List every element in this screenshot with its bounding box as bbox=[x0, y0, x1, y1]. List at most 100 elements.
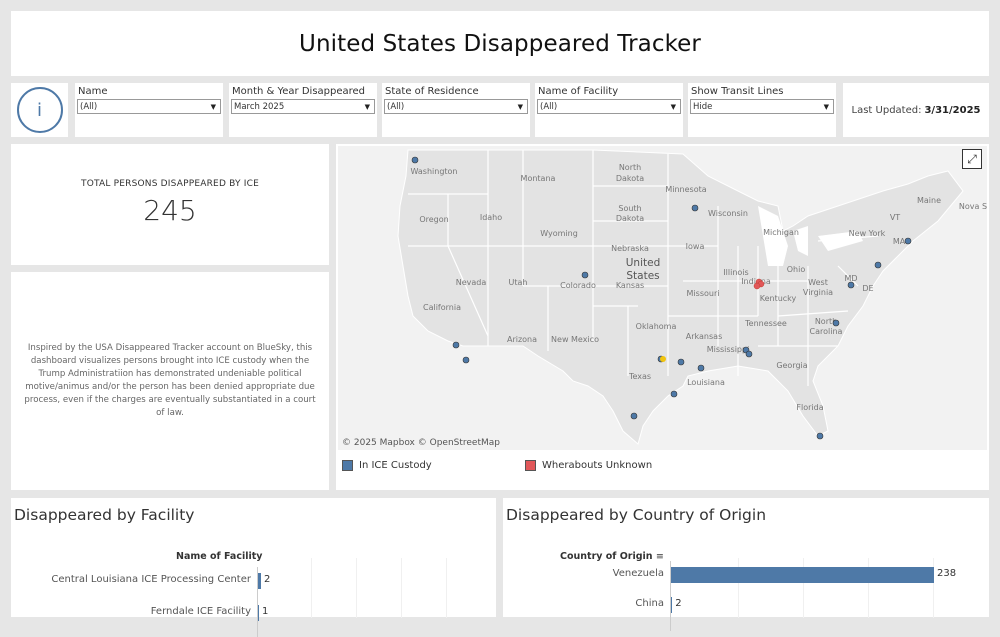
caret-down-icon: ▼ bbox=[670, 102, 676, 111]
legend-swatch bbox=[525, 460, 536, 471]
filter-label: State of Residence bbox=[385, 86, 479, 97]
total-label: TOTAL PERSONS DISAPPEARED BY ICE bbox=[81, 179, 259, 189]
month-year-dropdown[interactable]: March 2025 ▼ bbox=[231, 99, 375, 114]
last-updated: Last Updated: 3/31/2025 bbox=[843, 83, 989, 137]
column-header-label: Country of Origin bbox=[560, 551, 653, 562]
country-label: United bbox=[626, 257, 661, 269]
map-label: DE bbox=[862, 284, 873, 293]
map-label: Arkansas bbox=[686, 332, 722, 341]
map-label: Oregon bbox=[419, 215, 448, 224]
dropdown-value: (All) bbox=[540, 101, 558, 112]
custody-marker[interactable] bbox=[411, 156, 419, 164]
map-label: Kansas bbox=[616, 281, 644, 290]
custody-marker[interactable] bbox=[677, 358, 685, 366]
map-label: Louisiana bbox=[687, 378, 725, 387]
custody-marker-highlight bbox=[660, 356, 666, 362]
bar[interactable] bbox=[670, 567, 934, 583]
map-label: Iowa bbox=[686, 242, 705, 251]
page-title: United States Disappeared Tracker bbox=[299, 30, 701, 57]
custody-marker[interactable] bbox=[581, 271, 589, 279]
state-dropdown[interactable]: (All) ▼ bbox=[384, 99, 528, 114]
map-label: Idaho bbox=[480, 213, 502, 222]
map-label: Nova S bbox=[959, 202, 987, 211]
map-label: Georgia bbox=[776, 361, 807, 370]
expand-icon[interactable]: ⤢ bbox=[962, 149, 982, 169]
legend-swatch bbox=[342, 460, 353, 471]
map-label: California bbox=[423, 303, 461, 312]
map-label: Kentucky bbox=[760, 294, 797, 303]
map-label: West bbox=[808, 278, 828, 287]
map-label: Maine bbox=[917, 196, 941, 205]
filter-label: Show Transit Lines bbox=[691, 86, 784, 97]
custody-marker[interactable] bbox=[630, 412, 638, 420]
legend-item-unknown[interactable]: Wherabouts Unknown bbox=[525, 460, 652, 471]
bar-value: 2 bbox=[675, 598, 682, 609]
map-label: VT bbox=[890, 213, 900, 222]
chart-title: Disappeared by Country of Origin bbox=[506, 506, 767, 524]
custody-marker[interactable] bbox=[832, 319, 840, 327]
column-header: Name of Facility bbox=[176, 551, 263, 562]
custody-marker[interactable] bbox=[670, 390, 678, 398]
map-label: North bbox=[619, 163, 641, 172]
map-label: Tennessee bbox=[744, 319, 787, 328]
legend-item-custody[interactable]: In ICE Custody bbox=[342, 460, 432, 471]
custody-marker[interactable] bbox=[452, 341, 460, 349]
filter-transit-lines: Show Transit Lines Hide ▼ bbox=[688, 83, 836, 137]
map-label: MD bbox=[844, 274, 857, 283]
name-dropdown[interactable]: (All) ▼ bbox=[77, 99, 221, 114]
column-header: Country of Origin ≡ bbox=[560, 551, 664, 562]
info-icon[interactable]: i bbox=[16, 87, 63, 133]
dropdown-value: (All) bbox=[387, 101, 405, 112]
country-label: States bbox=[626, 270, 659, 282]
filter-month-year: Month & Year Disappeared March 2025 ▼ bbox=[229, 83, 377, 137]
dropdown-value: Hide bbox=[693, 101, 713, 112]
map-label: Minnesota bbox=[665, 185, 706, 194]
map-label: Virginia bbox=[803, 288, 833, 297]
caret-down-icon: ▼ bbox=[823, 102, 829, 111]
sort-icon[interactable]: ≡ bbox=[656, 551, 664, 562]
total-value: 245 bbox=[143, 194, 197, 227]
map-label: Dakota bbox=[616, 214, 644, 223]
map-label: Nebraska bbox=[611, 244, 649, 253]
us-map[interactable]: Washington Oregon Idaho Montana Wyoming … bbox=[338, 146, 987, 450]
info-panel: i bbox=[11, 83, 68, 137]
filter-name: Name (All) ▼ bbox=[75, 83, 223, 137]
custody-marker[interactable] bbox=[691, 204, 699, 212]
facility-chart-panel: Disappeared by Facility Name of Facility… bbox=[11, 498, 496, 637]
bar-value: 2 bbox=[264, 574, 271, 585]
map-copyright: © 2025 Mapbox © OpenStreetMap bbox=[342, 438, 500, 448]
custody-marker[interactable] bbox=[462, 356, 470, 364]
bar-value: 238 bbox=[937, 568, 957, 579]
map-label: Michigan bbox=[763, 228, 799, 237]
custody-marker[interactable] bbox=[697, 364, 705, 372]
map-label: South bbox=[618, 204, 641, 213]
map-label: Colorado bbox=[560, 281, 596, 290]
caret-down-icon: ▼ bbox=[210, 102, 216, 111]
dropdown-value: March 2025 bbox=[234, 101, 285, 112]
custody-marker[interactable] bbox=[904, 237, 912, 245]
map-panel: Washington Oregon Idaho Montana Wyoming … bbox=[336, 144, 989, 490]
caret-down-icon: ▼ bbox=[517, 102, 523, 111]
transit-lines-dropdown[interactable]: Hide ▼ bbox=[690, 99, 834, 114]
facility-dropdown[interactable]: (All) ▼ bbox=[537, 99, 681, 114]
filter-label: Name bbox=[78, 86, 108, 97]
map-label: Oklahoma bbox=[636, 322, 677, 331]
dropdown-value: (All) bbox=[80, 101, 98, 112]
custody-marker[interactable] bbox=[874, 261, 882, 269]
custody-marker[interactable] bbox=[847, 281, 855, 289]
map-label: Nevada bbox=[456, 278, 487, 287]
filter-label: Month & Year Disappeared bbox=[232, 86, 366, 97]
map-label: Florida bbox=[796, 403, 823, 412]
axis-line bbox=[257, 567, 258, 637]
chart-title: Disappeared by Facility bbox=[14, 506, 195, 524]
axis-line bbox=[670, 561, 671, 631]
legend-label: In ICE Custody bbox=[359, 460, 432, 471]
description-text: Inspired by the USA Disappeared Tracker … bbox=[24, 343, 316, 418]
description-panel: Inspired by the USA Disappeared Tracker … bbox=[11, 272, 329, 490]
custody-marker[interactable] bbox=[816, 432, 824, 440]
bar-label: Ferndale ICE Facility bbox=[150, 606, 251, 617]
unknown-marker[interactable] bbox=[753, 282, 761, 290]
custody-marker[interactable] bbox=[745, 350, 753, 358]
legend-label: Wherabouts Unknown bbox=[542, 460, 653, 471]
map-label: Missouri bbox=[687, 289, 720, 298]
